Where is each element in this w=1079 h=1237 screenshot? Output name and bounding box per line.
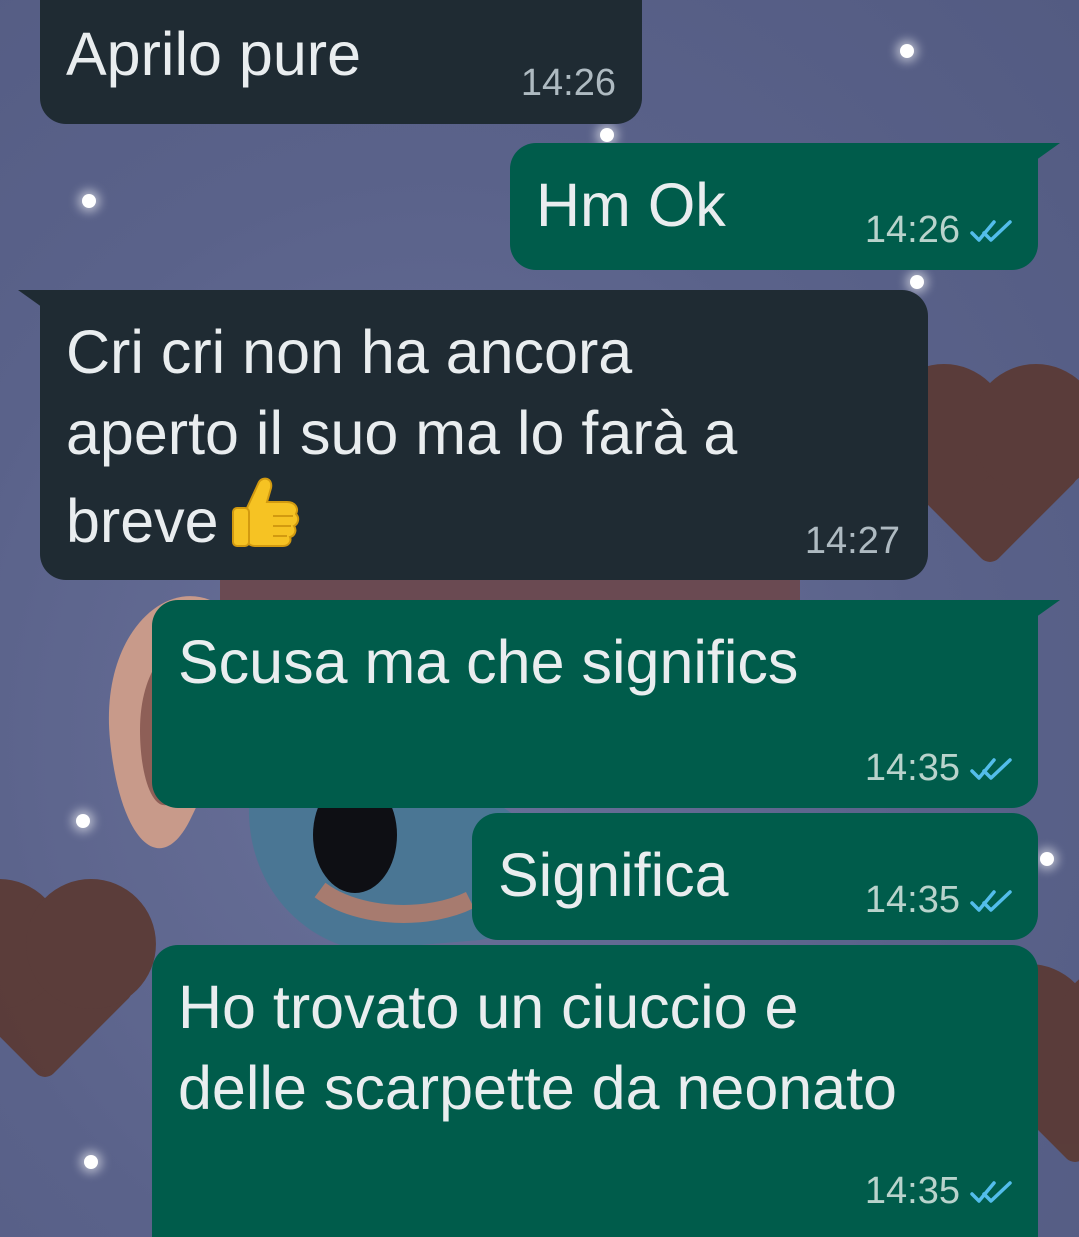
message-text: Hm Ok: [536, 171, 726, 239]
message-meta: 14:35: [865, 747, 1014, 790]
thumbs-up-icon: [229, 474, 301, 568]
bubble-tail: [1032, 143, 1060, 163]
double-check-read-icon: [970, 889, 1012, 912]
incoming-message-1[interactable]: Aprilo pure 14:26: [40, 0, 642, 124]
message-text-line-2: aperto il suo ma lo farà a: [66, 399, 738, 467]
wallpaper-star: [84, 1155, 98, 1169]
wallpaper-star: [600, 128, 614, 142]
message-time: 14:27: [804, 520, 900, 562]
double-check-read-icon: [970, 757, 1012, 780]
message-meta: 14:27: [805, 520, 900, 563]
double-check-read-icon: [970, 219, 1012, 242]
wallpaper-star: [910, 275, 924, 289]
incoming-message-2[interactable]: Cri cri non ha ancora aperto il suo ma l…: [18, 290, 928, 580]
message-text-line-3-text: breve: [66, 487, 219, 555]
message-text-line-3: breve: [66, 474, 301, 568]
message-text-line-2: delle scarpette da neonato: [178, 1054, 897, 1122]
message-meta: 14:26: [865, 209, 1014, 252]
outgoing-message-3[interactable]: Significa 14:35: [472, 813, 1038, 940]
double-check-read-icon: [970, 1180, 1012, 1203]
message-time: 14:35: [864, 747, 960, 789]
message-meta: 14:35: [865, 1170, 1014, 1213]
message-text-line-1: Cri cri non ha ancora: [66, 318, 633, 386]
message-meta: 14:26: [521, 62, 616, 105]
message-text: Significa: [498, 841, 729, 909]
wallpaper-star: [76, 814, 90, 828]
message-text-line-1: Ho trovato un ciuccio e: [178, 973, 799, 1041]
message-meta: 14:35: [865, 879, 1014, 922]
outgoing-message-2[interactable]: Scusa ma che significs 14:35: [152, 600, 1060, 808]
message-time: 14:35: [864, 879, 960, 921]
bubble-tail: [18, 290, 46, 310]
outgoing-message-1[interactable]: Hm Ok 14:26: [510, 143, 1060, 270]
message-text: Scusa ma che significs: [178, 628, 799, 696]
outgoing-message-4[interactable]: Ho trovato un ciuccio e delle scarpette …: [152, 945, 1038, 1237]
message-time: 14:26: [864, 209, 960, 251]
wallpaper-star: [1040, 852, 1054, 866]
message-text: Aprilo pure: [66, 20, 361, 88]
message-time: 14:35: [864, 1170, 960, 1212]
wallpaper-star: [900, 44, 914, 58]
wallpaper-star: [82, 194, 96, 208]
bubble-tail: [1032, 600, 1060, 620]
message-time: 14:26: [520, 62, 616, 104]
